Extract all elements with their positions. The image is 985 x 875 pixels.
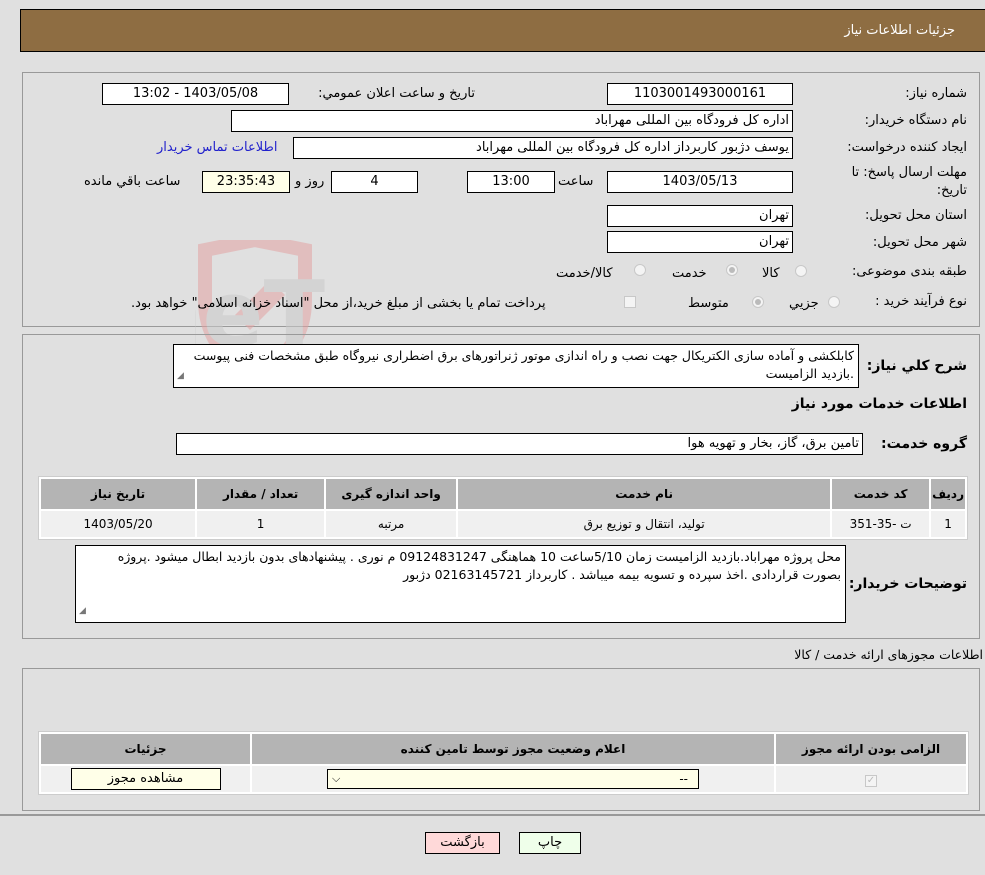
- treasury-checkbox-label: پرداخت تمام یا بخشی از مبلغ خرید،از محل …: [131, 296, 546, 311]
- category-radio-goods-service[interactable]: [634, 264, 646, 276]
- process-radio-medium[interactable]: [752, 296, 764, 308]
- category-option-service: خدمت: [672, 266, 707, 281]
- description-text: کابلکشی و آماده سازی الکتریکال جهت نصب و…: [193, 348, 854, 381]
- service-group-field: تامین برق، گاز، بخار و تهویه هوا: [176, 433, 863, 455]
- buyer-org-field: اداره کل فرودگاه بین المللی مهراباد: [231, 110, 793, 132]
- deadline-date-field: 1403/05/13: [607, 171, 793, 193]
- col-need-date: تاریخ نیاز: [41, 479, 196, 509]
- days-remaining-field: 4: [331, 171, 418, 193]
- footer-divider: [0, 814, 985, 816]
- view-license-button[interactable]: مشاهده مجوز: [70, 768, 221, 790]
- cell-row: 1: [931, 511, 965, 537]
- time-remaining-label: ساعت باقي مانده: [84, 174, 181, 189]
- category-option-goods: کالا: [762, 266, 780, 281]
- col-service-name: نام خدمت: [458, 479, 831, 509]
- category-radio-goods[interactable]: [795, 265, 807, 277]
- deadline-time-field: 13:00: [467, 171, 555, 193]
- deadline-label: مهلت ارسال پاسخ: تا تاریخ:: [851, 165, 967, 198]
- city-field: تهران: [607, 231, 793, 253]
- chevron-down-icon: ⌵: [332, 772, 341, 785]
- col-license-details: جزئیات: [41, 734, 250, 764]
- announce-datetime-field: 1403/05/08 - 13:02: [102, 83, 289, 105]
- province-label: استان محل تحویل:: [865, 208, 967, 223]
- requester-field: یوسف دژبور کاربرداز اداره کل فرودگاه بین…: [293, 137, 793, 159]
- table-row: ✓ -- ⌵ مشاهده مجوز: [41, 766, 966, 792]
- services-section-title: اطلاعات خدمات مورد نیاز: [791, 396, 967, 412]
- need-number-label: شماره نیاز:: [905, 86, 967, 101]
- licenses-table: الزامی بودن ارائه مجوز اعلام وضعیت مجوز …: [38, 731, 969, 795]
- licenses-section-title: اطلاعات مجوزهای ارائه خدمت / کالا: [794, 647, 983, 662]
- process-option-minor: جزيي: [789, 296, 819, 311]
- description-textarea[interactable]: کابلکشی و آماده سازی الکتریکال جهت نصب و…: [173, 344, 859, 388]
- cell-quantity: 1: [197, 511, 325, 537]
- col-service-code: کد خدمت: [832, 479, 930, 509]
- service-group-label: گروه خدمت:: [881, 436, 967, 452]
- category-label: طبقه بندی موضوعی:: [851, 264, 967, 279]
- cell-license-status: -- ⌵: [252, 766, 774, 792]
- licenses-table-header: الزامی بودن ارائه مجوز اعلام وضعیت مجوز …: [41, 734, 966, 764]
- print-button[interactable]: چاپ: [519, 832, 581, 854]
- description-label: شرح كلي نياز:: [866, 358, 967, 374]
- process-radio-minor[interactable]: [828, 296, 840, 308]
- cell-service-name: تولید، انتقال و توزیع برق: [458, 511, 831, 537]
- cell-unit: مرتبه: [326, 511, 457, 537]
- col-quantity: تعداد / مقدار: [197, 479, 325, 509]
- license-status-select[interactable]: -- ⌵: [327, 769, 699, 789]
- city-label: شهر محل تحویل:: [872, 235, 967, 250]
- category-radio-service[interactable]: [726, 264, 738, 276]
- license-required-checkbox[interactable]: ✓: [865, 774, 877, 787]
- announce-label: تاریخ و ساعت اعلان عمومي:: [318, 86, 475, 101]
- need-number-field: 1103001493000161: [607, 83, 793, 105]
- col-license-required: الزامی بودن ارائه مجوز: [776, 734, 966, 764]
- cell-service-code: ت -35-351: [832, 511, 930, 537]
- days-label: روز و: [295, 174, 325, 189]
- category-option-goods-service: کالا/خدمت: [556, 266, 613, 281]
- services-table: ردیف کد خدمت نام خدمت واحد اندازه گیری ت…: [38, 476, 968, 540]
- services-table-header: ردیف کد خدمت نام خدمت واحد اندازه گیری ت…: [41, 479, 965, 509]
- process-option-medium: متوسط: [688, 296, 729, 311]
- table-row: 1 ت -35-351 تولید، انتقال و توزیع برق مر…: [41, 511, 965, 537]
- treasury-checkbox[interactable]: [624, 296, 636, 308]
- resize-grip-icon[interactable]: ◢: [177, 367, 184, 385]
- col-license-status: اعلام وضعیت مجوز توسط تامین کننده: [252, 734, 774, 764]
- requester-label: ایجاد کننده درخواست:: [847, 140, 967, 155]
- page-title: جزئیات اطلاعات نیاز: [844, 23, 955, 38]
- col-row: ردیف: [931, 479, 965, 509]
- cell-need-date: 1403/05/20: [41, 511, 196, 537]
- col-unit: واحد اندازه گیری: [326, 479, 457, 509]
- buyer-notes-textarea[interactable]: محل پروژه مهراباد.بازدید الزامیست زمان 5…: [75, 545, 846, 623]
- deadline-time-label: ساعت: [558, 174, 594, 189]
- province-field: تهران: [607, 205, 793, 227]
- time-remaining-field: 23:35:43: [202, 171, 290, 193]
- buyer-contact-link[interactable]: اطلاعات تماس خریدار: [157, 140, 277, 155]
- back-button[interactable]: بازگشت: [425, 832, 500, 854]
- cell-license-details: مشاهده مجوز: [41, 766, 250, 792]
- buyer-notes-text: محل پروژه مهراباد.بازدید الزامیست زمان 5…: [117, 549, 841, 582]
- license-status-value: --: [679, 772, 688, 786]
- resize-grip-icon[interactable]: ◢: [79, 602, 86, 620]
- buyer-org-label: نام دستگاه خریدار:: [864, 113, 967, 128]
- process-label: نوع فرآیند خرید :: [875, 294, 967, 309]
- cell-license-required: ✓: [776, 766, 966, 792]
- page-header: جزئیات اطلاعات نیاز: [20, 9, 985, 52]
- buyer-notes-label: توضیحات خریدار:: [848, 576, 967, 592]
